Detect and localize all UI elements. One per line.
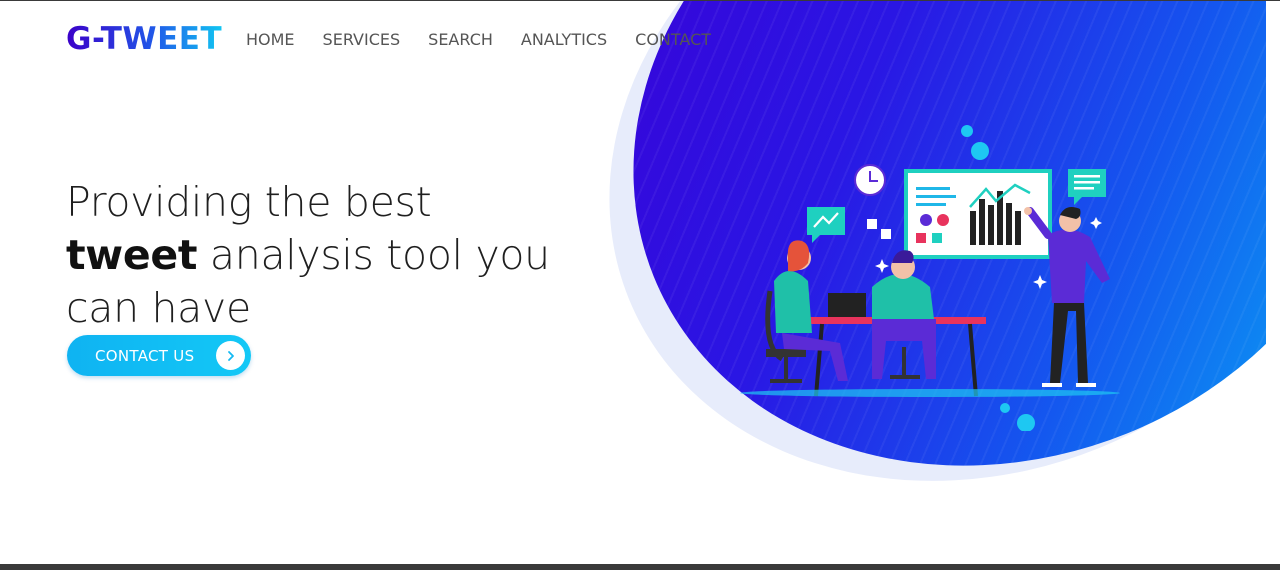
window-bottom-border bbox=[0, 564, 1280, 570]
contact-us-label: CONTACT US bbox=[95, 346, 195, 365]
hero-headline-bold: tweet bbox=[66, 231, 198, 279]
nav-item-services[interactable]: SERVICES bbox=[323, 30, 401, 49]
hero-headline-part1: Providing the best bbox=[66, 178, 432, 226]
contact-us-button[interactable]: CONTACT US bbox=[67, 335, 251, 376]
nav-item-search[interactable]: SEARCH bbox=[428, 30, 493, 49]
brand-logo[interactable]: G-TWEET bbox=[66, 21, 222, 57]
page: G-TWEET HOME SERVICES SEARCH ANALYTICS C… bbox=[0, 1, 1266, 564]
chat-speech-bubble bbox=[1068, 169, 1106, 205]
chevron-right-icon bbox=[216, 341, 245, 370]
nav-item-contact[interactable]: CONTACT bbox=[635, 30, 711, 49]
team-analytics-illustration bbox=[740, 125, 1120, 431]
clock-icon bbox=[854, 164, 886, 196]
main-nav: HOME SERVICES SEARCH ANALYTICS CONTACT bbox=[246, 30, 739, 49]
hero-headline: Providing the best tweet analysis tool y… bbox=[66, 176, 586, 335]
trend-speech-bubble bbox=[807, 207, 845, 243]
nav-item-home[interactable]: HOME bbox=[246, 30, 295, 49]
nav-item-analytics[interactable]: ANALYTICS bbox=[521, 30, 607, 49]
